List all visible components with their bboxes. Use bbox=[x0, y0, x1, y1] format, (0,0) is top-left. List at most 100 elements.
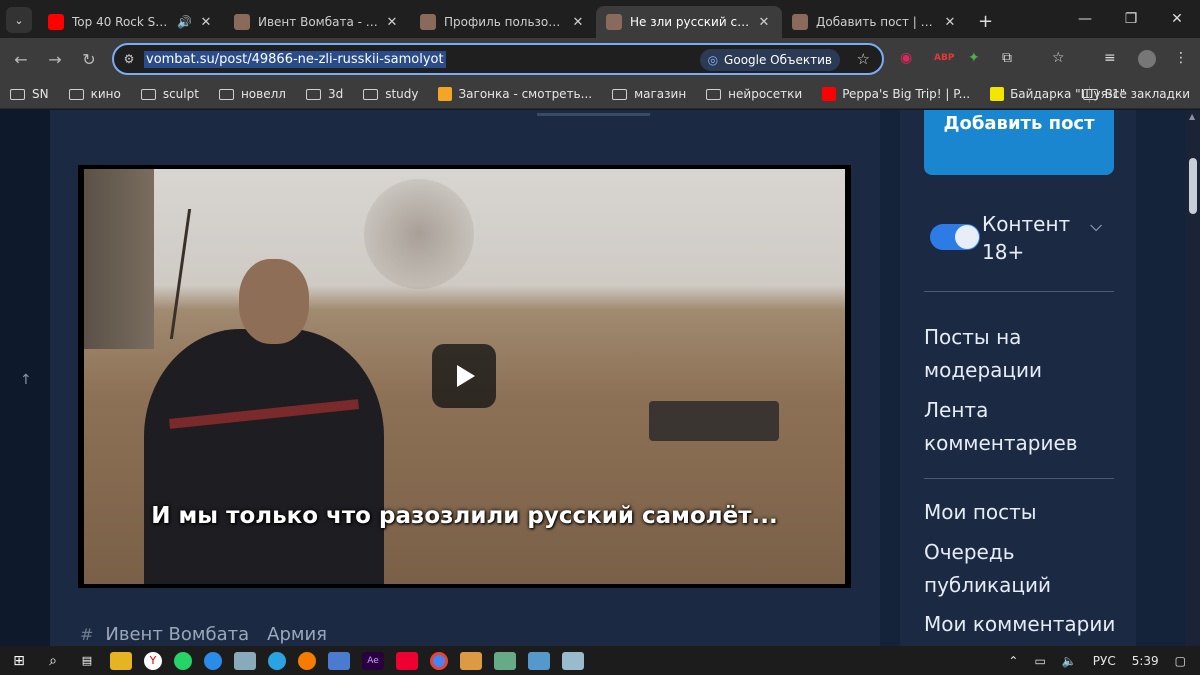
google-lens-button[interactable]: ◎ Google Объектив bbox=[699, 49, 840, 71]
clock[interactable]: 5:39 bbox=[1132, 654, 1159, 668]
app-window-icon[interactable] bbox=[328, 651, 350, 670]
vombat-favicon-icon bbox=[234, 14, 250, 30]
blender-icon[interactable] bbox=[298, 651, 316, 670]
reload-icon[interactable]: ↻ bbox=[72, 50, 106, 69]
app-image-icon[interactable] bbox=[494, 651, 516, 670]
scroll-up-icon[interactable]: ▲ bbox=[1189, 112, 1195, 121]
zagonka-favicon-icon bbox=[438, 87, 453, 101]
tab-0[interactable]: Top 40 Rock Songs of 🔊 ✕ bbox=[38, 6, 224, 38]
bookmark-folder[interactable]: магазин bbox=[612, 87, 686, 101]
tag-link[interactable]: Армия bbox=[267, 624, 327, 645]
sidebar-link-my-posts[interactable]: Мои посты bbox=[924, 496, 1129, 529]
youtube-favicon-icon bbox=[48, 14, 64, 30]
profile-avatar[interactable] bbox=[1138, 50, 1156, 68]
sidebar-link-queue[interactable]: Очередь публикаций bbox=[924, 536, 1129, 602]
add-post-button[interactable]: Добавить пост bbox=[924, 110, 1114, 175]
bookmark-site[interactable]: Загонка - смотреть... bbox=[438, 87, 592, 101]
notepad-icon[interactable] bbox=[562, 651, 584, 670]
task-view-icon[interactable]: ▤ bbox=[76, 652, 98, 670]
bookmark-folder[interactable]: study bbox=[363, 87, 418, 101]
calculator-icon[interactable] bbox=[234, 651, 256, 670]
bookmark-label: Peppa's Big Trip! | P... bbox=[842, 87, 971, 101]
yandex-browser-icon[interactable]: Y bbox=[144, 651, 162, 670]
tag-link[interactable]: Ивент Вомбата bbox=[105, 624, 249, 645]
close-tab-icon[interactable]: ✕ bbox=[756, 15, 772, 30]
tab-4[interactable]: Добавить пост | Vombat ✕ bbox=[782, 6, 968, 38]
site-info-icon[interactable]: ⚙ bbox=[114, 52, 144, 66]
file-explorer-icon[interactable] bbox=[110, 651, 132, 670]
folder-icon bbox=[305, 88, 321, 100]
after-effects-icon[interactable]: Ae bbox=[362, 651, 384, 670]
bookmark-folder[interactable]: sculpt bbox=[140, 87, 199, 101]
tab-3-active[interactable]: Не зли русский самолёт ✕ bbox=[596, 6, 782, 38]
bookmark-folder[interactable]: 3d bbox=[305, 87, 343, 101]
bookmarks-star-icon[interactable]: ☆ bbox=[1052, 50, 1065, 66]
sidebar-divider bbox=[924, 291, 1114, 292]
folder-icon bbox=[612, 88, 628, 100]
tab-search-button[interactable]: ⌄ bbox=[6, 7, 32, 33]
telegram-icon[interactable] bbox=[268, 651, 286, 670]
bookmark-star-icon[interactable]: ☆ bbox=[857, 50, 870, 68]
new-tab-icon[interactable]: + bbox=[978, 11, 993, 32]
adblock-icon[interactable]: ABP bbox=[934, 53, 954, 63]
back-icon[interactable]: ← bbox=[4, 50, 38, 69]
adult-content-toggle[interactable] bbox=[930, 224, 980, 250]
tab-1[interactable]: Ивент Вомбата - свежи ✕ bbox=[224, 6, 410, 38]
sidebar-link-comments-feed[interactable]: Лента комментариев bbox=[924, 394, 1129, 460]
folder-icon bbox=[10, 88, 25, 100]
close-tab-icon[interactable]: ✕ bbox=[384, 15, 400, 30]
address-bar[interactable]: ⚙ vombat.su/post/49866-ne-zli-russkii-sa… bbox=[112, 43, 884, 75]
scroll-top-icon[interactable]: ↑ bbox=[20, 372, 32, 388]
url-text[interactable]: vombat.su/post/49866-ne-zli-russkii-samo… bbox=[144, 50, 446, 68]
adult-content-label: Контент 18+ bbox=[982, 212, 1071, 264]
close-tab-icon[interactable]: ✕ bbox=[942, 15, 958, 30]
search-icon[interactable]: ⌕ bbox=[42, 652, 64, 670]
restore-icon[interactable]: ❐ bbox=[1108, 0, 1154, 38]
bookmark-folder[interactable]: новелл bbox=[218, 87, 286, 101]
bookmark-label: SN bbox=[32, 87, 49, 101]
figma-icon[interactable] bbox=[396, 651, 418, 670]
bookmark-folder[interactable]: нейросетки bbox=[706, 87, 802, 101]
play-button[interactable] bbox=[432, 344, 496, 408]
extensions-puzzle-icon[interactable]: ⧉ bbox=[1002, 50, 1012, 66]
close-tab-icon[interactable]: ✕ bbox=[570, 15, 586, 30]
chevron-down-icon[interactable]: ⌵ bbox=[1090, 216, 1102, 236]
volume-icon[interactable]: 🔈 bbox=[1062, 654, 1077, 668]
vombat-favicon-icon bbox=[420, 14, 436, 30]
input-language[interactable]: РУС bbox=[1093, 654, 1116, 668]
bookmark-folder[interactable]: кино bbox=[68, 87, 121, 101]
extension-color-icon[interactable]: ✦ bbox=[968, 50, 980, 66]
menu-dots-icon[interactable]: ⋮ bbox=[1174, 50, 1188, 66]
close-window-icon[interactable]: ✕ bbox=[1154, 0, 1200, 38]
bookmark-folder[interactable]: SN bbox=[10, 87, 49, 101]
video-player[interactable]: И мы только что разозлили русский самолё… bbox=[78, 165, 851, 588]
media-control-icon[interactable]: ≡ bbox=[1104, 50, 1116, 66]
app-tool-icon[interactable] bbox=[460, 651, 482, 670]
app-blue-icon[interactable] bbox=[204, 651, 222, 670]
kayak-favicon-icon bbox=[990, 87, 1005, 101]
whatsapp-icon[interactable] bbox=[174, 651, 192, 670]
tray-chevron-up-icon[interactable]: ⌃ bbox=[1008, 654, 1018, 668]
app-network-icon[interactable] bbox=[528, 651, 550, 670]
page-scrollbar[interactable]: ▲ bbox=[1186, 110, 1200, 646]
sidebar-link-my-comments[interactable]: Мои комментарии bbox=[924, 608, 1129, 641]
audio-playing-icon[interactable]: 🔊 bbox=[177, 15, 192, 29]
vombat-favicon-icon bbox=[606, 14, 622, 30]
windows-start-icon[interactable]: ⊞ bbox=[8, 652, 30, 670]
close-tab-icon[interactable]: ✕ bbox=[198, 15, 214, 30]
forward-icon[interactable]: → bbox=[38, 50, 72, 69]
sidebar-link-moderation[interactable]: Посты на модерации bbox=[924, 321, 1129, 387]
bookmark-site[interactable]: Peppa's Big Trip! | P... bbox=[822, 87, 970, 101]
scrollbar-thumb[interactable] bbox=[1189, 158, 1197, 214]
network-icon[interactable]: ▭ bbox=[1034, 654, 1045, 668]
person-body bbox=[144, 329, 384, 584]
all-bookmarks-button[interactable]: Все закладки bbox=[1082, 87, 1190, 101]
video-thumbnail[interactable]: И мы только что разозлили русский самолё… bbox=[84, 169, 845, 584]
minimize-icon[interactable]: — bbox=[1062, 0, 1108, 38]
chrome-icon[interactable] bbox=[430, 651, 448, 670]
tab-bar: ⌄ Top 40 Rock Songs of 🔊 ✕ Ивент Вомбата… bbox=[0, 0, 1200, 38]
play-icon bbox=[457, 365, 475, 387]
notifications-icon[interactable]: ▢ bbox=[1175, 654, 1186, 668]
tab-2[interactable]: Профиль пользователя ✕ bbox=[410, 6, 596, 38]
extension-record-icon[interactable]: ◉ bbox=[900, 50, 912, 66]
